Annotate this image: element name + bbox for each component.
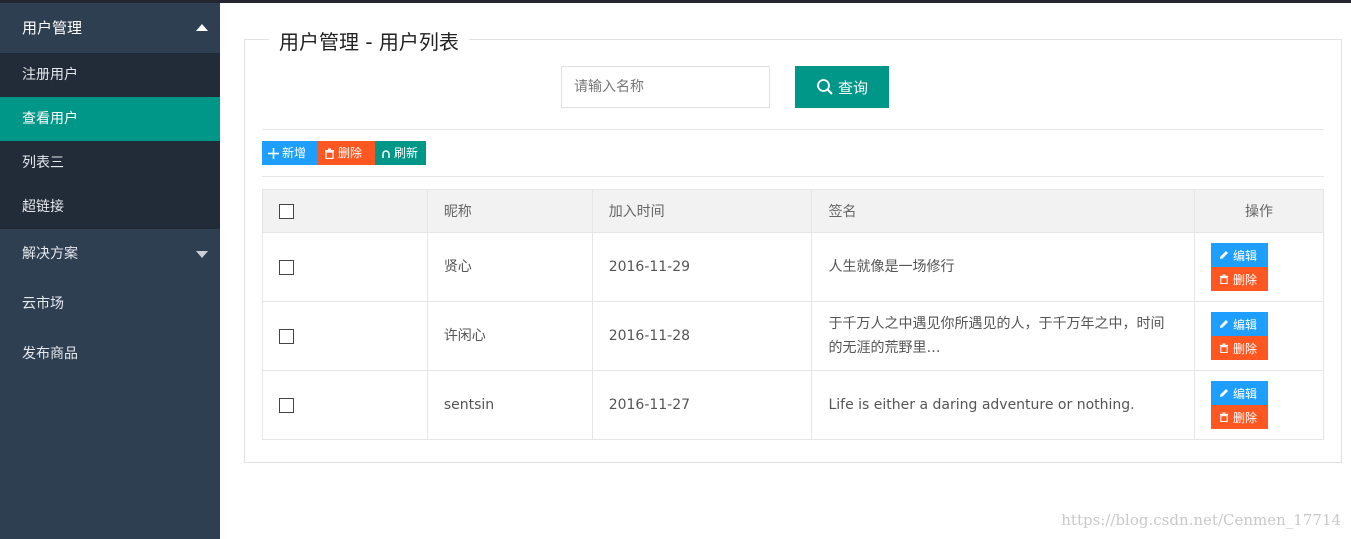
add-button[interactable]: 新增 bbox=[262, 141, 318, 165]
select-all-checkbox[interactable] bbox=[279, 203, 294, 219]
row-delete-button[interactable]: 删除 bbox=[1211, 405, 1269, 429]
join-time-cell: 2016-11-27 bbox=[591, 370, 813, 440]
delete-button-label: 删除 bbox=[1233, 272, 1258, 287]
refresh-button-label: 刷新 bbox=[394, 146, 419, 160]
header-actions: 操作 bbox=[1194, 189, 1324, 233]
edit-button[interactable]: 编辑 bbox=[1211, 312, 1269, 336]
search-icon bbox=[816, 78, 834, 96]
join-time-cell: 2016-11-28 bbox=[591, 301, 813, 371]
delete-button[interactable]: 删除 bbox=[318, 141, 375, 165]
sidebar-item-view-users[interactable]: 查看用户 bbox=[0, 97, 220, 141]
row-checkbox-cell bbox=[262, 301, 428, 371]
chevron-up-icon bbox=[196, 24, 208, 31]
nav-group-publish-product[interactable]: 发布商品 bbox=[0, 329, 220, 379]
nickname-cell: 许闲心 bbox=[426, 301, 593, 371]
delete-button-label: 删除 bbox=[338, 146, 363, 160]
edit-button[interactable]: 编辑 bbox=[1211, 243, 1269, 267]
trash-icon bbox=[1219, 274, 1229, 284]
actions-cell: 编辑 删除 bbox=[1194, 232, 1324, 302]
nav-group-label: 发布商品 bbox=[22, 346, 78, 362]
row-checkbox[interactable] bbox=[279, 397, 294, 413]
search-button-label: 查询 bbox=[837, 78, 868, 97]
user-list-panel: 用户管理 - 用户列表 查询 新增 删除 bbox=[244, 26, 1342, 463]
add-button-label: 新增 bbox=[282, 146, 307, 160]
sidebar-item-hyperlink[interactable]: 超链接 bbox=[0, 185, 220, 229]
row-delete-button[interactable]: 删除 bbox=[1211, 336, 1269, 360]
nav-group-label: 解决方案 bbox=[22, 246, 78, 262]
user-table: 昵称 加入时间 签名 操作 贤心 2016-11-29 人生就像是一场修行 编辑 bbox=[262, 189, 1324, 440]
trash-icon bbox=[1219, 412, 1229, 422]
trash-icon bbox=[1219, 343, 1229, 353]
table-toolbar: 新增 删除 刷新 bbox=[262, 141, 426, 165]
edit-button-label: 编辑 bbox=[1233, 317, 1258, 332]
actions-cell: 编辑 删除 bbox=[1194, 370, 1324, 440]
search-input[interactable] bbox=[561, 66, 770, 108]
delete-button-label: 删除 bbox=[1233, 410, 1258, 425]
panel-title: 用户管理 - 用户列表 bbox=[269, 26, 469, 55]
row-checkbox-cell bbox=[262, 370, 428, 440]
nav-group-label: 云市场 bbox=[22, 296, 64, 312]
divider bbox=[262, 129, 1324, 130]
sidebar: 用户管理 注册用户 查看用户 列表三 超链接 解决方案 云市场 发布商品 bbox=[0, 3, 220, 539]
header-signature: 签名 bbox=[811, 189, 1196, 233]
nav-group-solutions[interactable]: 解决方案 bbox=[0, 229, 220, 279]
edit-button-label: 编辑 bbox=[1233, 386, 1258, 401]
header-checkbox-cell bbox=[262, 189, 428, 233]
signature-cell: Life is either a daring adventure or not… bbox=[811, 370, 1196, 440]
divider bbox=[262, 176, 1324, 177]
signature-cell: 人生就像是一场修行 bbox=[811, 232, 1196, 302]
search-button[interactable]: 查询 bbox=[795, 66, 889, 108]
chevron-down-icon bbox=[196, 251, 208, 258]
trash-icon bbox=[324, 148, 335, 159]
sidebar-item-register-user[interactable]: 注册用户 bbox=[0, 53, 220, 97]
sidebar-item-list-three[interactable]: 列表三 bbox=[0, 141, 220, 185]
signature-cell: 于千万人之中遇见你所遇见的人，于千万年之中，时间的无涯的荒野里… bbox=[811, 301, 1196, 371]
pencil-icon bbox=[1219, 319, 1229, 329]
row-checkbox[interactable] bbox=[279, 328, 294, 344]
nav-group-label: 用户管理 bbox=[22, 19, 83, 37]
header-join-time: 加入时间 bbox=[591, 189, 813, 233]
pencil-icon bbox=[1219, 250, 1229, 260]
join-time-cell: 2016-11-29 bbox=[591, 232, 813, 302]
row-checkbox[interactable] bbox=[279, 259, 294, 275]
nav-group-user-management[interactable]: 用户管理 bbox=[0, 3, 220, 53]
plus-icon bbox=[268, 147, 279, 159]
pencil-icon bbox=[1219, 388, 1229, 398]
edit-button[interactable]: 编辑 bbox=[1211, 381, 1269, 405]
nav-group-cloud-market[interactable]: 云市场 bbox=[0, 279, 220, 329]
header-nickname: 昵称 bbox=[426, 189, 593, 233]
delete-button-label: 删除 bbox=[1233, 341, 1258, 356]
table-row: 贤心 2016-11-29 人生就像是一场修行 编辑 删除 bbox=[262, 232, 1324, 302]
table-header-row: 昵称 加入时间 签名 操作 bbox=[262, 189, 1324, 233]
table-row: sentsin 2016-11-27 Life is either a dari… bbox=[262, 370, 1324, 440]
refresh-icon bbox=[381, 148, 391, 159]
main-content: 用户管理 - 用户列表 查询 新增 删除 bbox=[220, 3, 1351, 539]
edit-button-label: 编辑 bbox=[1233, 248, 1258, 263]
row-delete-button[interactable]: 删除 bbox=[1211, 267, 1269, 291]
row-checkbox-cell bbox=[262, 232, 428, 302]
nickname-cell: sentsin bbox=[426, 370, 593, 440]
nav-submenu: 注册用户 查看用户 列表三 超链接 bbox=[0, 53, 220, 229]
refresh-button[interactable]: 刷新 bbox=[375, 141, 426, 165]
nickname-cell: 贤心 bbox=[426, 232, 593, 302]
table-row: 许闲心 2016-11-28 于千万人之中遇见你所遇见的人，于千万年之中，时间的… bbox=[262, 301, 1324, 371]
actions-cell: 编辑 删除 bbox=[1194, 301, 1324, 371]
watermark: https://blog.csdn.net/Cenmen_17714 bbox=[1061, 511, 1341, 529]
